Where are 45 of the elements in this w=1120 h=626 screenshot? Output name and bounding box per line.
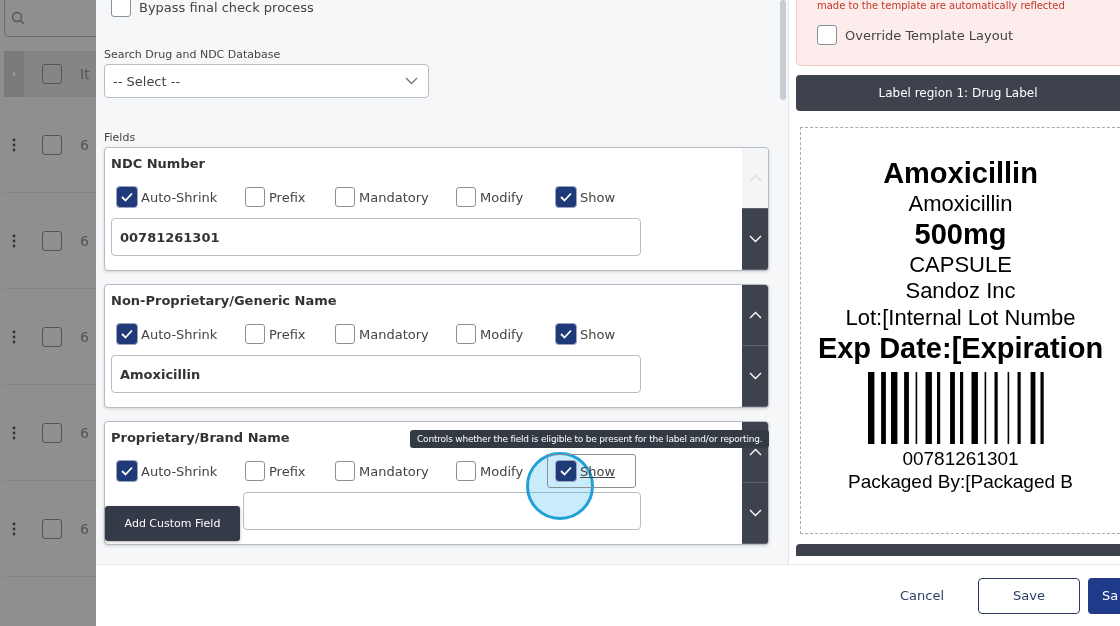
checkbox-label: Mandatory bbox=[359, 463, 429, 479]
checkbox-label: Mandatory bbox=[359, 189, 429, 205]
label-text: Exp Date:[Expiration bbox=[817, 331, 1104, 366]
save-button[interactable]: Sa bbox=[1088, 577, 1120, 614]
region-header: Label region 1: Drug Label bbox=[796, 75, 1120, 111]
label-text: 500mg bbox=[914, 217, 1007, 252]
label-text: Sandoz Inc bbox=[905, 278, 1016, 305]
checkbox-label: Mandatory bbox=[359, 326, 429, 342]
table-cell-text: 6 bbox=[80, 232, 90, 249]
field-label: Search Drug and NDC Database bbox=[104, 48, 282, 61]
label-text: Lot:[Internal Lot Numbe bbox=[845, 304, 1076, 332]
save-button[interactable]: Save bbox=[978, 577, 1080, 614]
add-custom-field-button[interactable]: Add Custom Field bbox=[105, 506, 240, 541]
tooltip: Controls whether the field is eligible to be present for the label and/or reporting. bbox=[410, 430, 770, 448]
label-text: CAPSULE bbox=[909, 252, 1012, 279]
checkbox-label: Auto-Shrink bbox=[141, 463, 218, 479]
label-text: Amoxicillin bbox=[908, 190, 1013, 218]
table-cell-text: 6 bbox=[80, 136, 90, 153]
field-value-input[interactable]: 00781261301 bbox=[111, 218, 641, 256]
section-label: Fields bbox=[104, 131, 137, 144]
label-text: Packaged By:[Packaged B bbox=[848, 470, 1073, 494]
field-title: Proprietary/Brand Name bbox=[111, 430, 290, 447]
checkbox-label: Modify bbox=[480, 189, 524, 205]
checkbox-label: Prefix bbox=[269, 463, 306, 479]
field-title: Non-Proprietary/Generic Name bbox=[111, 293, 337, 310]
table-cell-text: 6 bbox=[80, 424, 90, 441]
checkbox-label: Prefix bbox=[269, 189, 306, 205]
checkbox-label: Override Template Layout bbox=[845, 27, 1014, 43]
checkbox-label: Modify bbox=[480, 463, 524, 479]
checkbox-label: Modify bbox=[480, 326, 524, 342]
checkbox-label: Bypass final check process bbox=[139, 0, 314, 15]
cancel-button[interactable]: Cancel bbox=[880, 577, 964, 614]
label-text: Amoxicillin bbox=[883, 156, 1038, 191]
checkbox-label: Show bbox=[580, 326, 616, 342]
table-cell-text: 6 bbox=[80, 328, 90, 345]
field-value-input[interactable]: Amoxicillin bbox=[111, 355, 641, 393]
checkbox-label: Auto-Shrink bbox=[141, 189, 218, 205]
field-title: NDC Number bbox=[111, 156, 205, 173]
checkbox-label: Show bbox=[580, 189, 616, 205]
notice-text: made to the template are automatically reflected bbox=[817, 0, 1066, 11]
checkbox-label: Auto-Shrink bbox=[141, 326, 218, 342]
table-cell-text: 6 bbox=[80, 520, 90, 537]
checkbox-label: Prefix bbox=[269, 326, 306, 342]
label-text: 00781261301 bbox=[902, 447, 1019, 471]
drug-select[interactable]: -- Select -- bbox=[104, 64, 429, 98]
